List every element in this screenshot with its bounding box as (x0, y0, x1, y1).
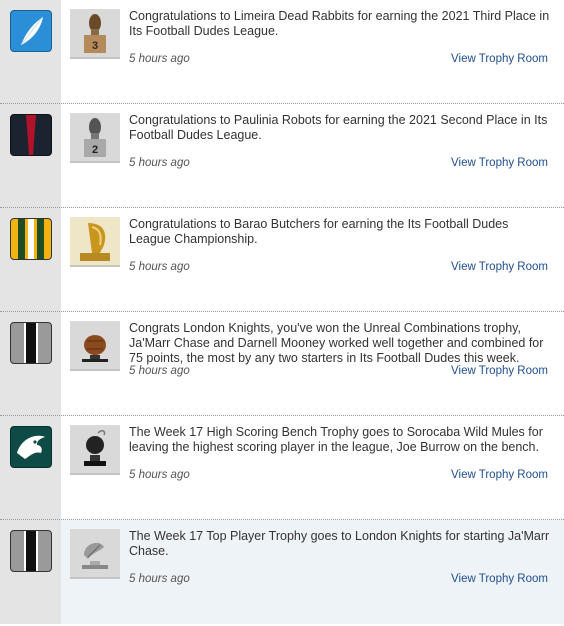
feed-item-content: The Week 17 Top Player Trophy goes to Lo… (61, 520, 564, 624)
view-trophy-room-link[interactable]: View Trophy Room (451, 53, 548, 65)
team-logo-grey-black-icon[interactable] (10, 322, 52, 364)
view-trophy-room-link[interactable]: View Trophy Room (451, 261, 548, 273)
feed-item-content: The Week 17 High Scoring Bench Trophy go… (61, 416, 564, 520)
feed-item-content: Congrats London Knights, you've won the … (61, 312, 564, 416)
feed-message: Congratulations to Limeira Dead Rabbits … (129, 9, 550, 38)
feed-timestamp: 5 hours ago (129, 157, 190, 169)
feed-item: The Week 17 Top Player Trophy goes to Lo… (0, 520, 564, 624)
championship-trophy-icon (70, 217, 120, 267)
feed-item: 3 Congratulations to Limeira Dead Rabbit… (0, 0, 564, 104)
feed-item-content: 3 Congratulations to Limeira Dead Rabbit… (61, 0, 564, 104)
feed-timestamp: 5 hours ago (129, 53, 190, 65)
logo-column (0, 208, 61, 312)
feed-timestamp: 5 hours ago (129, 573, 190, 585)
svg-text:3: 3 (92, 40, 98, 52)
feed-item: Congratulations to Barao Butchers for ea… (0, 208, 564, 312)
second-place-trophy-icon: 2 (70, 113, 120, 163)
bomb-trophy-icon (70, 425, 120, 475)
team-logo-eagle-icon[interactable] (10, 426, 52, 468)
team-logo-green-gold-icon[interactable] (10, 218, 52, 260)
feed-message: The Week 17 Top Player Trophy goes to Lo… (129, 529, 550, 558)
football-trophy-icon (70, 321, 120, 371)
view-trophy-room-link[interactable]: View Trophy Room (451, 469, 548, 481)
team-logo-feather-icon[interactable] (10, 10, 52, 52)
view-trophy-room-link[interactable]: View Trophy Room (451, 157, 548, 169)
feed-item-content: 2 Congratulations to Paulinia Robots for… (61, 104, 564, 208)
svg-text:2: 2 (92, 144, 98, 156)
logo-column (0, 0, 61, 104)
feed-timestamp: 5 hours ago (129, 365, 190, 377)
feed-timestamp: 5 hours ago (129, 261, 190, 273)
feed-message: Congrats London Knights, you've won the … (129, 321, 544, 365)
feed-message: Congratulations to Barao Butchers for ea… (129, 217, 509, 246)
logo-column (0, 312, 61, 416)
top-player-trophy-icon (70, 529, 120, 579)
logo-column (0, 416, 61, 520)
feed-item: 2 Congratulations to Paulinia Robots for… (0, 104, 564, 208)
feed-timestamp: 5 hours ago (129, 469, 190, 481)
feed-message: Congratulations to Paulinia Robots for e… (129, 113, 548, 142)
feed-item: The Week 17 High Scoring Bench Trophy go… (0, 416, 564, 520)
feed-message: The Week 17 High Scoring Bench Trophy go… (129, 425, 543, 454)
view-trophy-room-link[interactable]: View Trophy Room (451, 365, 548, 377)
feed-item: Congrats London Knights, you've won the … (0, 312, 564, 416)
logo-column (0, 104, 61, 208)
logo-column (0, 520, 61, 624)
third-place-trophy-icon: 3 (70, 9, 120, 59)
team-logo-grey-black-icon[interactable] (10, 530, 52, 572)
view-trophy-room-link[interactable]: View Trophy Room (451, 573, 548, 585)
activity-feed: 3 Congratulations to Limeira Dead Rabbit… (0, 0, 564, 624)
feed-item-content: Congratulations to Barao Butchers for ea… (61, 208, 564, 312)
team-logo-navy-red-icon[interactable] (10, 114, 52, 156)
